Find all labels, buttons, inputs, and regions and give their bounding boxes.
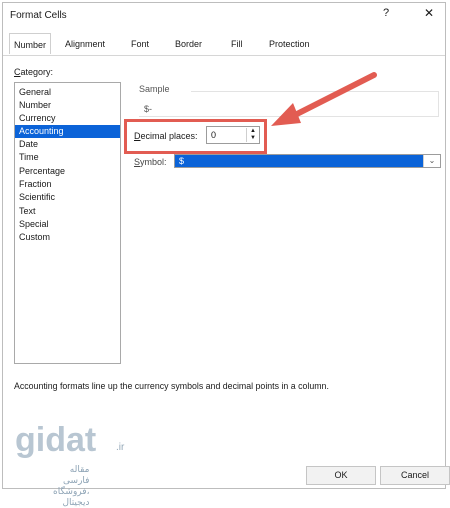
annotation-arrow-icon bbox=[271, 72, 377, 126]
